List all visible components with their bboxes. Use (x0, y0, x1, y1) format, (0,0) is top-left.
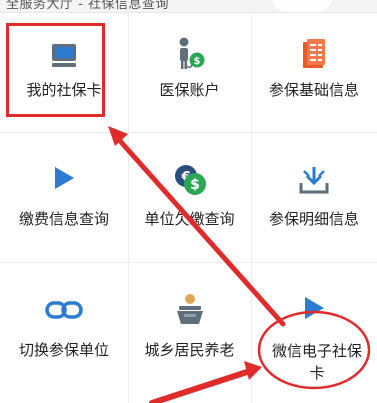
grid-item-insurance-detail-info[interactable]: 参保明细信息 (251, 133, 377, 262)
grid-item-label: 切换参保单位 (18, 341, 109, 359)
grid-item-unit-arrears-query[interactable]: € $ 单位欠缴查询 (128, 133, 251, 262)
svg-text:$: $ (190, 177, 200, 193)
svg-text:$: $ (193, 56, 200, 67)
play-triangle-icon (51, 165, 77, 195)
grid-item-wechat-e-social-security-card[interactable]: 微信电子社保卡 (251, 263, 377, 403)
switch-link-icon (44, 299, 84, 325)
medical-insurance-account-icon: $ (170, 36, 210, 76)
grid-item-label: 参保基础信息 (268, 81, 359, 99)
elderly-pension-icon (172, 293, 208, 331)
page: 全服务大厅 - 社保信息查询 我的社保卡 $ 医保账户 参保基础信息 缴费信息查… (0, 0, 377, 403)
grid-item-my-social-security-card[interactable]: 我的社保卡 (0, 14, 128, 132)
grid-item-label: 缴费信息查询 (18, 210, 109, 228)
social-security-card-icon (49, 40, 79, 74)
grid-item-label: 微信电子社保卡 (271, 342, 362, 382)
grid-item-label: 医保账户 (159, 81, 220, 99)
play-triangle-icon (301, 295, 327, 325)
grid-item-urban-rural-pension[interactable]: 城乡居民养老 (128, 263, 251, 403)
grid-item-label: 单位欠缴查询 (144, 210, 235, 228)
grid-item-label: 参保明细信息 (268, 210, 359, 228)
grid-item-basic-insurance-info[interactable]: 参保基础信息 (251, 14, 377, 132)
download-tray-icon (298, 165, 330, 199)
grid-item-payment-info-query[interactable]: 缴费信息查询 (0, 133, 128, 262)
arrears-coins-icon: € $ (173, 163, 207, 201)
basic-info-document-icon (299, 38, 329, 74)
grid-item-label: 我的社保卡 (26, 81, 102, 99)
grid-item-label: 城乡居民养老 (144, 341, 235, 359)
grid-item-switch-insured-unit[interactable]: 切换参保单位 (0, 263, 128, 403)
grid-item-medical-insurance-account[interactable]: $ 医保账户 (128, 14, 251, 132)
service-grid: 我的社保卡 $ 医保账户 参保基础信息 缴费信息查询 € $ 单位欠缴查询 参保… (0, 0, 377, 403)
